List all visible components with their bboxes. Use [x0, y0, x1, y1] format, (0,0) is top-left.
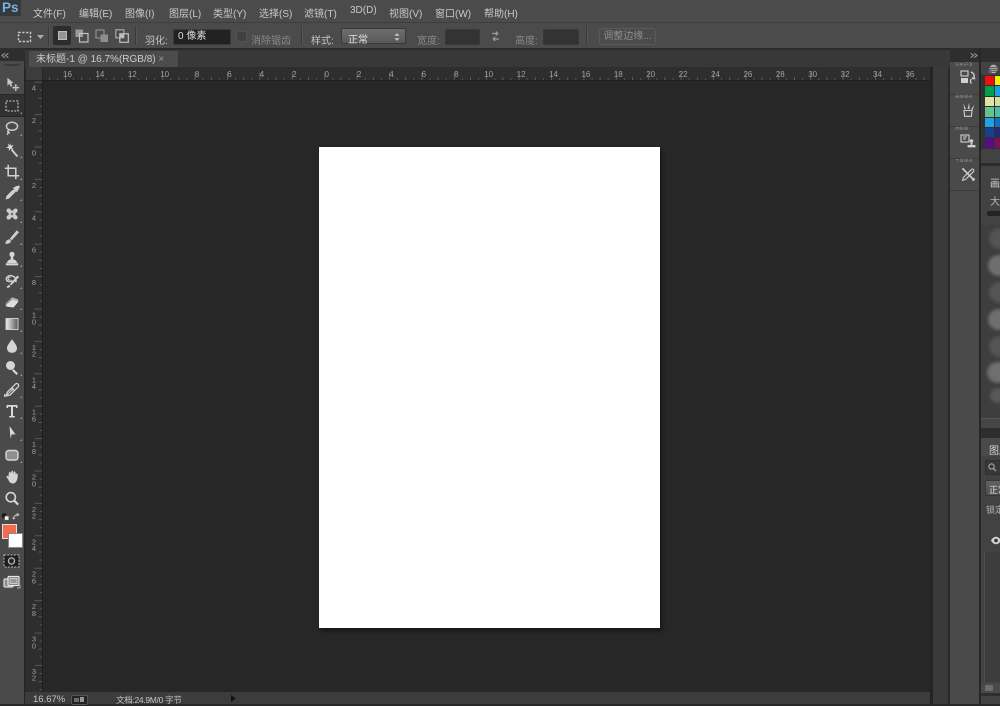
svg-text:2: 2	[32, 116, 36, 125]
svg-text:2: 2	[32, 674, 36, 683]
svg-text:30: 30	[808, 70, 817, 79]
svg-text:8: 8	[32, 609, 36, 618]
svg-text:24: 24	[711, 70, 720, 79]
svg-text:20: 20	[646, 70, 655, 79]
svg-text:26: 26	[743, 70, 752, 79]
svg-text:8: 8	[195, 70, 200, 79]
svg-text:16: 16	[63, 70, 72, 79]
svg-text:2: 2	[32, 181, 36, 190]
svg-text:12: 12	[517, 70, 526, 79]
svg-text:28: 28	[776, 70, 785, 79]
svg-text:2: 2	[32, 512, 36, 521]
svg-text:2: 2	[357, 70, 362, 79]
svg-text:34: 34	[873, 70, 882, 79]
svg-text:4: 4	[260, 70, 265, 79]
svg-text:12: 12	[128, 70, 137, 79]
svg-text:16: 16	[581, 70, 590, 79]
svg-text:8: 8	[454, 70, 459, 79]
svg-text:32: 32	[841, 70, 850, 79]
svg-text:10: 10	[484, 70, 493, 79]
svg-text:14: 14	[549, 70, 558, 79]
svg-text:6: 6	[32, 246, 36, 255]
svg-text:4: 4	[32, 213, 36, 222]
svg-text:0: 0	[32, 479, 36, 488]
svg-text:6: 6	[422, 70, 427, 79]
svg-text:6: 6	[32, 577, 36, 586]
svg-text:0: 0	[32, 317, 36, 326]
svg-text:8: 8	[32, 447, 36, 456]
svg-text:10: 10	[160, 70, 169, 79]
svg-text:4: 4	[32, 544, 36, 553]
svg-text:6: 6	[227, 70, 232, 79]
svg-text:4: 4	[389, 70, 394, 79]
svg-text:18: 18	[614, 70, 623, 79]
svg-text:14: 14	[95, 70, 104, 79]
svg-text:8: 8	[32, 278, 36, 287]
svg-text:2: 2	[292, 70, 297, 79]
svg-text:0: 0	[32, 641, 36, 650]
svg-text:6: 6	[32, 415, 36, 424]
svg-text:4: 4	[32, 382, 36, 391]
svg-text:22: 22	[679, 70, 688, 79]
svg-text:4: 4	[32, 84, 36, 93]
svg-text:0: 0	[324, 70, 329, 79]
svg-text:0: 0	[32, 149, 36, 158]
svg-text:2: 2	[32, 350, 36, 359]
svg-text:36: 36	[905, 70, 914, 79]
